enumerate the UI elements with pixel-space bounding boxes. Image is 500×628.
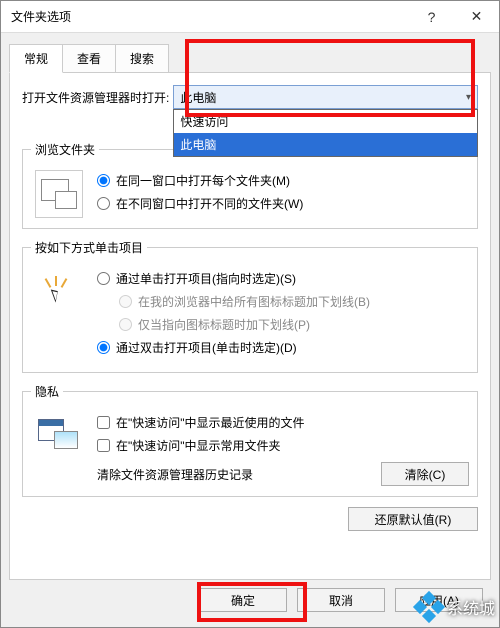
radio-underline-all bbox=[119, 295, 132, 308]
apply-button[interactable]: 应用(A) bbox=[395, 588, 483, 612]
radio-diff-window[interactable] bbox=[97, 197, 110, 210]
radio-same-window[interactable] bbox=[97, 174, 110, 187]
radio-underline-point-label: 仅当指向图标标题时加下划线(P) bbox=[138, 316, 310, 333]
privacy-legend: 隐私 bbox=[31, 383, 63, 400]
checkbox-show-recent[interactable] bbox=[97, 416, 110, 429]
open-explorer-label: 打开文件资源管理器时打开: bbox=[22, 89, 169, 106]
radio-single-click-label: 通过单击打开项目(指向时选定)(S) bbox=[116, 270, 296, 287]
radio-single-click[interactable] bbox=[97, 272, 110, 285]
combo-option-thispc[interactable]: 此电脑 bbox=[174, 133, 477, 156]
checkbox-show-frequent[interactable] bbox=[97, 439, 110, 452]
clear-button[interactable]: 清除(C) bbox=[381, 462, 469, 486]
click-items-group: 按如下方式单击项目 通过单击打开项目(指向时选定)(S) 在我的浏览器中给所有图… bbox=[22, 239, 478, 373]
tab-general[interactable]: 常规 bbox=[9, 44, 63, 73]
clear-history-label: 清除文件资源管理器历史记录 bbox=[97, 466, 253, 483]
tab-panel-general: 打开文件资源管理器时打开: 此电脑 ▾ 快速访问 此电脑 浏览文件夹 在同一窗口… bbox=[9, 72, 491, 580]
combo-option-quick[interactable]: 快速访问 bbox=[174, 110, 477, 133]
radio-underline-point bbox=[119, 318, 132, 331]
close-icon[interactable]: ✕ bbox=[454, 1, 499, 33]
privacy-group: 隐私 在"快速访问"中显示最近使用的文件 在"快速访问"中显示常用文件夹 清除文… bbox=[22, 383, 478, 497]
checkbox-show-frequent-label: 在"快速访问"中显示常用文件夹 bbox=[116, 437, 281, 454]
browse-folders-icon bbox=[35, 170, 83, 218]
ok-button[interactable]: 确定 bbox=[199, 588, 287, 612]
tab-strip: 常规 查看 搜索 bbox=[9, 43, 491, 72]
radio-diff-window-label: 在不同窗口中打开不同的文件夹(W) bbox=[116, 195, 303, 212]
chevron-down-icon: ▾ bbox=[466, 92, 471, 103]
radio-same-window-label: 在同一窗口中打开每个文件夹(M) bbox=[116, 172, 290, 189]
tab-view[interactable]: 查看 bbox=[62, 44, 116, 73]
open-explorer-row: 打开文件资源管理器时打开: 此电脑 ▾ 快速访问 此电脑 bbox=[22, 85, 478, 109]
window-title: 文件夹选项 bbox=[11, 8, 409, 25]
checkbox-show-recent-label: 在"快速访问"中显示最近使用的文件 bbox=[116, 414, 305, 431]
combo-dropdown: 快速访问 此电脑 bbox=[173, 109, 478, 157]
combo-selected: 此电脑 bbox=[180, 89, 216, 106]
help-icon[interactable]: ? bbox=[409, 1, 454, 33]
open-explorer-combo[interactable]: 此电脑 ▾ 快速访问 此电脑 bbox=[173, 85, 478, 109]
restore-defaults-button[interactable]: 还原默认值(R) bbox=[348, 507, 478, 531]
radio-double-click[interactable] bbox=[97, 341, 110, 354]
titlebar: 文件夹选项 ? ✕ bbox=[1, 1, 499, 33]
cancel-button[interactable]: 取消 bbox=[297, 588, 385, 612]
browse-folders-legend: 浏览文件夹 bbox=[31, 141, 99, 158]
tab-search[interactable]: 搜索 bbox=[115, 44, 169, 73]
click-items-legend: 按如下方式单击项目 bbox=[31, 239, 147, 256]
dialog-footer: 确定 取消 应用(A) bbox=[1, 588, 499, 624]
click-items-icon bbox=[35, 268, 83, 316]
radio-double-click-label: 通过双击打开项目(单击时选定)(D) bbox=[116, 339, 297, 356]
privacy-icon bbox=[35, 412, 83, 460]
radio-underline-all-label: 在我的浏览器中给所有图标标题加下划线(B) bbox=[138, 293, 370, 310]
